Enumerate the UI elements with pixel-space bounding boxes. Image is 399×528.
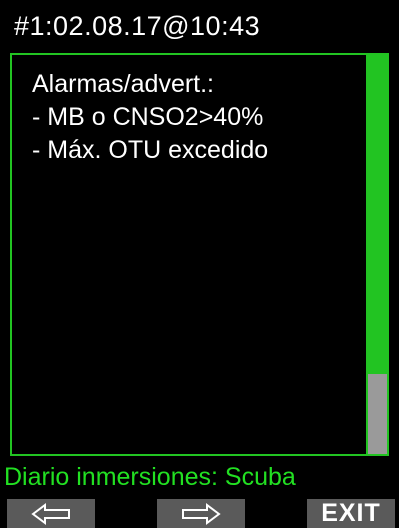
dive-log-title: #1:02.08.17@10:43 [14, 10, 261, 41]
scrollbar[interactable] [366, 55, 387, 454]
status-bar: Diario inmersiones: Scuba [0, 462, 399, 492]
alarms-heading: Alarmas/advert.: [32, 70, 215, 98]
exit-button[interactable]: EXIT [307, 499, 395, 528]
alarm-item-otu: - Máx. OTU excedido [32, 136, 269, 164]
alarms-warnings-list: Alarmas/advert.: - MB o CNSO2>40% - Máx.… [32, 68, 363, 167]
mode-status-text: Diario inmersiones: Scuba [4, 462, 296, 491]
dive-log-detail-panel: Alarmas/advert.: - MB o CNSO2>40% - Máx.… [10, 53, 389, 456]
alarm-item-mb-cns: - MB o CNSO2>40% [32, 103, 264, 131]
previous-button[interactable] [7, 499, 95, 528]
arrow-right-icon [182, 502, 221, 525]
scrollbar-thumb[interactable] [368, 372, 387, 454]
softkey-bar: EXIT [0, 499, 399, 528]
arrow-left-icon [31, 502, 70, 525]
title-bar: #1:02.08.17@10:43 [0, 0, 399, 52]
dive-computer-screen: #1:02.08.17@10:43 Alarmas/advert.: - MB … [0, 0, 399, 528]
next-button[interactable] [157, 499, 245, 528]
exit-label: EXIT [321, 499, 381, 527]
